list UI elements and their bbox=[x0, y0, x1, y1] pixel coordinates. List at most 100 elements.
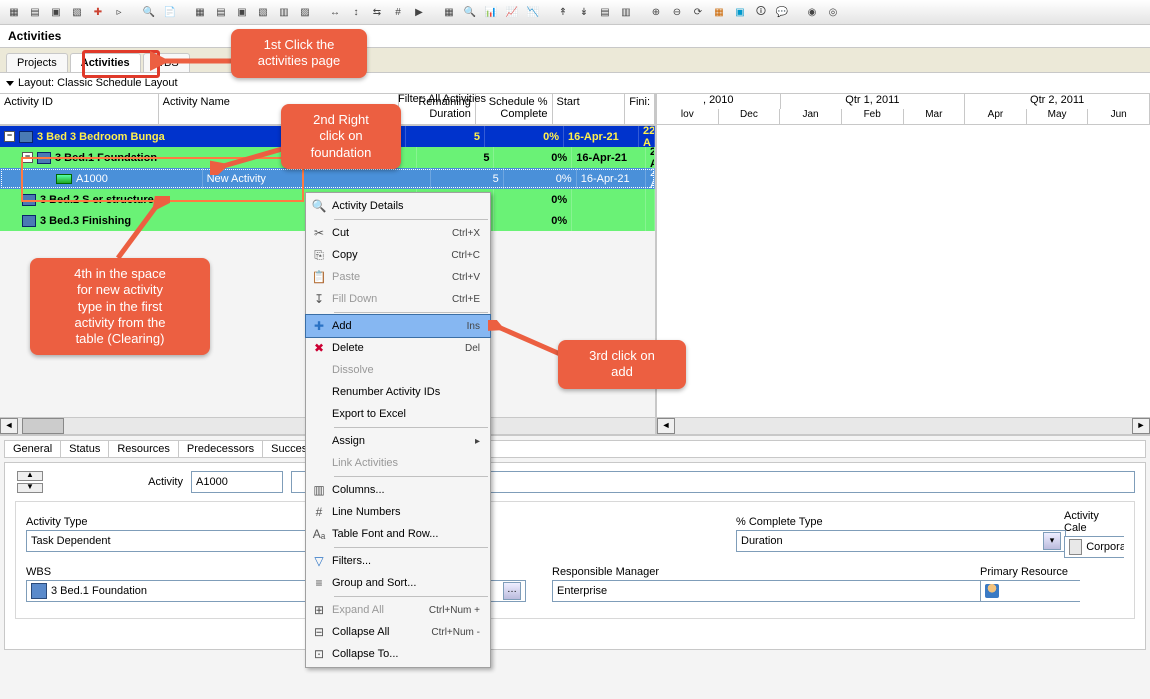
tab-projects[interactable]: Projects bbox=[6, 53, 68, 72]
menu-line-numbers[interactable]: #Line Numbers bbox=[306, 501, 490, 523]
filter-label: Filter: All Activities bbox=[398, 93, 486, 105]
toolbar-button[interactable]: ↔ bbox=[325, 2, 345, 22]
toolbar-button[interactable]: ▥ bbox=[274, 2, 294, 22]
gantt-month: Apr bbox=[965, 109, 1027, 124]
collapse-icon[interactable]: − bbox=[4, 131, 15, 142]
gantt-month: lov bbox=[657, 109, 719, 124]
col-finish[interactable]: Fini: bbox=[625, 94, 655, 124]
layout-bar: Layout: Classic Schedule Layout bbox=[0, 73, 1150, 94]
toolbar-button[interactable]: 📊 bbox=[481, 2, 501, 22]
toolbar-button[interactable]: ↕ bbox=[346, 2, 366, 22]
toolbar-button[interactable]: ⟳ bbox=[688, 2, 708, 22]
toolbar-button[interactable]: 🔍 bbox=[460, 2, 480, 22]
toolbar-button[interactable]: # bbox=[388, 2, 408, 22]
toolbar-button[interactable]: ▦ bbox=[709, 2, 729, 22]
toolbar-button[interactable]: ▨ bbox=[295, 2, 315, 22]
menu-add[interactable]: ✚AddIns bbox=[305, 314, 491, 338]
toolbar-button[interactable]: ⊕ bbox=[646, 2, 666, 22]
toolbar-button[interactable]: ▣ bbox=[730, 2, 750, 22]
toolbar-button[interactable]: ▣ bbox=[46, 2, 66, 22]
menu-activity-details[interactable]: 🔍Activity Details bbox=[306, 195, 490, 217]
toolbar-button[interactable]: ▶ bbox=[409, 2, 429, 22]
detail-tab-general[interactable]: General bbox=[5, 441, 61, 457]
toolbar-button[interactable]: ⊖ bbox=[667, 2, 687, 22]
wbs-icon bbox=[31, 583, 47, 599]
col-schedule-pct[interactable]: Schedule % Complete bbox=[476, 94, 553, 124]
gantt-month: Feb bbox=[842, 109, 904, 124]
right-hscrollbar[interactable]: ◄ ► bbox=[657, 417, 1150, 434]
arrow-4 bbox=[110, 196, 170, 266]
menu-cut[interactable]: ✂CutCtrl+X bbox=[306, 222, 490, 244]
toolbar-button[interactable]: 📄 bbox=[160, 2, 180, 22]
columns-icon: ▥ bbox=[306, 479, 332, 501]
menu-delete[interactable]: ✖DeleteDel bbox=[306, 337, 490, 359]
toolbar-button[interactable]: 💬 bbox=[772, 2, 792, 22]
toolbar-button[interactable]: ▤ bbox=[595, 2, 615, 22]
menu-collapse-to[interactable]: ⊡Collapse To... bbox=[306, 643, 490, 665]
prev-activity-button[interactable]: ▲ bbox=[17, 471, 43, 481]
menu-filters[interactable]: ▽Filters... bbox=[306, 550, 490, 572]
menu-copy[interactable]: ⎘CopyCtrl+C bbox=[306, 244, 490, 266]
menu-columns[interactable]: ▥Columns... bbox=[306, 479, 490, 501]
root-pct: 0% bbox=[485, 126, 564, 147]
gantt-top-2010: , 2010 bbox=[657, 94, 781, 109]
detail-tab-resources[interactable]: Resources bbox=[109, 441, 179, 457]
arrow-1 bbox=[150, 48, 240, 74]
detail-tab-status[interactable]: Status bbox=[61, 441, 109, 457]
gantt-month: Jun bbox=[1088, 109, 1150, 124]
scroll-thumb[interactable] bbox=[22, 418, 64, 434]
activity-calendar-label: Activity Cale bbox=[1064, 510, 1124, 534]
menu-expand-all: ⊞Expand AllCtrl+Num + bbox=[306, 599, 490, 621]
menu-collapse-all[interactable]: ⊟Collapse AllCtrl+Num - bbox=[306, 621, 490, 643]
menu-table-font[interactable]: AₐTable Font and Row... bbox=[306, 523, 490, 545]
expand-icon: ⊞ bbox=[306, 599, 332, 621]
menu-renumber[interactable]: Renumber Activity IDs bbox=[306, 381, 490, 403]
toolbar-button[interactable]: ✚ bbox=[88, 2, 108, 22]
responsible-manager-label: Responsible Manager bbox=[552, 566, 972, 578]
responsible-manager-field[interactable]: Enterprise bbox=[552, 580, 982, 602]
gantt-month: May bbox=[1027, 109, 1089, 124]
toolbar-button[interactable]: ▹ bbox=[109, 2, 129, 22]
toolbar-button[interactable]: 📈 bbox=[502, 2, 522, 22]
toolbar-button[interactable]: 📉 bbox=[523, 2, 543, 22]
toolbar-button[interactable]: ↟ bbox=[553, 2, 573, 22]
scroll-left-arrow-icon[interactable]: ◄ bbox=[657, 418, 675, 434]
toolbar-button[interactable]: ▦ bbox=[4, 2, 24, 22]
toolbar-button[interactable]: ◎ bbox=[823, 2, 843, 22]
toolbar-button[interactable]: ▤ bbox=[25, 2, 45, 22]
col-activity-id[interactable]: Activity ID bbox=[0, 94, 159, 124]
pct-complete-type-label: % Complete Type bbox=[736, 516, 1056, 528]
primary-resource-field[interactable] bbox=[980, 580, 1080, 602]
group-icon: ≡ bbox=[306, 572, 332, 594]
layout-dropdown-icon[interactable] bbox=[6, 81, 14, 86]
gantt-body[interactable] bbox=[657, 125, 1150, 417]
toolbar-button[interactable]: ▦ bbox=[439, 2, 459, 22]
dropdown-arrow-icon[interactable]: ▾ bbox=[1043, 532, 1061, 550]
activity-calendar-field[interactable]: Corporat bbox=[1064, 536, 1124, 558]
pct-complete-type-dropdown[interactable]: Duration▾ bbox=[736, 530, 1066, 552]
toolbar-button[interactable]: ▦ bbox=[190, 2, 210, 22]
menu-export-excel[interactable]: Export to Excel bbox=[306, 403, 490, 425]
scroll-left-arrow-icon[interactable]: ◄ bbox=[0, 418, 18, 434]
col-start[interactable]: Start bbox=[553, 94, 626, 124]
toolbar-button[interactable]: ◉ bbox=[802, 2, 822, 22]
toolbar-button[interactable]: 🔍 bbox=[139, 2, 159, 22]
scroll-right-arrow-icon[interactable]: ► bbox=[1132, 418, 1150, 434]
menu-assign[interactable]: Assign▸ bbox=[306, 430, 490, 452]
fin-pct: 0% bbox=[494, 210, 572, 231]
toolbar-button[interactable]: ↡ bbox=[574, 2, 594, 22]
toolbar-button[interactable]: 🛈 bbox=[751, 2, 771, 22]
toolbar-button[interactable]: ▤ bbox=[211, 2, 231, 22]
toolbar-button[interactable]: ▣ bbox=[232, 2, 252, 22]
toolbar-button[interactable]: ▥ bbox=[616, 2, 636, 22]
detail-tab-predecessors[interactable]: Predecessors bbox=[179, 441, 263, 457]
filter-icon: ▽ bbox=[306, 550, 332, 572]
menu-paste: 📋PasteCtrl+V bbox=[306, 266, 490, 288]
toolbar-button[interactable]: ⇆ bbox=[367, 2, 387, 22]
activity-id-field[interactable]: A1000 bbox=[191, 471, 283, 493]
toolbar-button[interactable]: ▧ bbox=[67, 2, 87, 22]
browse-button[interactable]: … bbox=[503, 582, 521, 600]
menu-group-sort[interactable]: ≡Group and Sort... bbox=[306, 572, 490, 594]
next-activity-button[interactable]: ▼ bbox=[17, 483, 43, 493]
toolbar-button[interactable]: ▧ bbox=[253, 2, 273, 22]
